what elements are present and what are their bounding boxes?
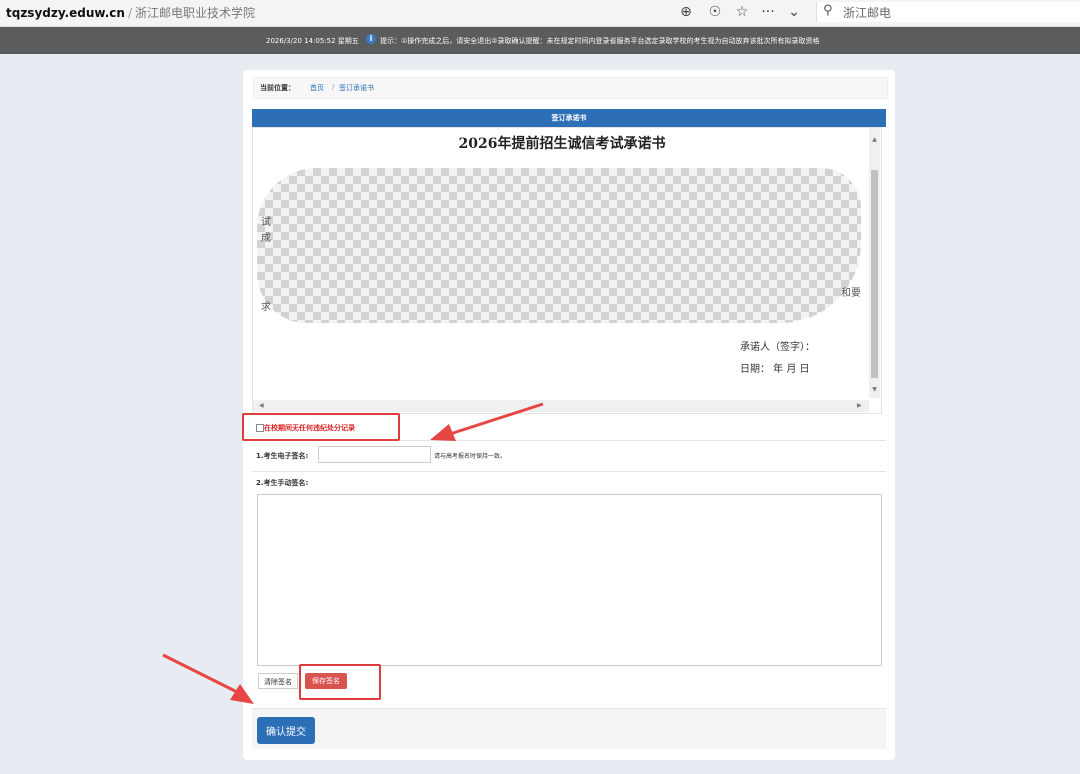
star-icon[interactable]: ☆ xyxy=(732,3,752,21)
info-icon: i xyxy=(366,34,376,44)
doc-text-fragment: 和要 xyxy=(841,288,861,299)
submit-bar: 确认提交 xyxy=(252,708,886,749)
current-datetime: 2026/3/20 14:05:52 星期五 xyxy=(266,37,359,45)
clear-signature-button[interactable]: 清除签名 xyxy=(258,673,298,689)
pledge-document[interactable]: 2026年提前招生诚信考试承诺书 试 成 求 和要 承诺人（签字）： 日期： 年… xyxy=(252,127,882,414)
address-bar[interactable]: tqzsydzy.eduw.cn / 浙江邮电职业技术学院 xyxy=(6,4,255,21)
breadcrumb-home-link[interactable]: 首页 xyxy=(310,83,324,93)
esign-input[interactable] xyxy=(318,446,431,463)
doc-text-fragment: 试 xyxy=(261,217,271,228)
signature-canvas[interactable] xyxy=(257,494,882,666)
doc-text-fragment: 成 xyxy=(261,233,271,244)
breadcrumb-label: 当前位置： xyxy=(260,84,295,92)
scroll-right-icon[interactable]: ▶ xyxy=(857,402,862,409)
notice-message: 提示：①操作完成之后，请安全退出②录取确认提醒：未在规定时间内登录省服务平台选定… xyxy=(380,37,820,45)
highlight-box-checkbox xyxy=(242,413,400,441)
scroll-thumb[interactable] xyxy=(871,170,878,378)
scroll-down-icon[interactable]: ▼ xyxy=(870,386,879,393)
highlight-box-save xyxy=(299,664,381,700)
esign-label: 1.考生电子签名: xyxy=(256,452,309,460)
extension-icon[interactable]: ☉ xyxy=(705,3,725,21)
browser-toolbar: tqzsydzy.eduw.cn / 浙江邮电职业技术学院 ⊕ ☉ ☆ ··· ⌄ … xyxy=(0,0,1080,27)
browser-search-box[interactable]: ⚲ 浙江邮电 xyxy=(816,2,1080,22)
page-tab-title: 浙江邮电职业技术学院 xyxy=(134,6,255,20)
redacted-mosaic xyxy=(257,168,861,323)
horizontal-scrollbar[interactable]: ◀ ▶ xyxy=(253,400,869,412)
breadcrumb-current[interactable]: 签订承诺书 xyxy=(339,83,374,93)
electronic-signature-row: 1.考生电子签名: 请与高考报名时保持一致。 xyxy=(252,441,886,472)
esign-hint: 请与高考报名时保持一致。 xyxy=(434,453,507,460)
vertical-scrollbar[interactable]: ▲ ▼ xyxy=(869,128,880,398)
more-icon[interactable]: ··· xyxy=(758,3,778,21)
confirm-submit-button[interactable]: 确认提交 xyxy=(257,717,315,744)
chevron-down-icon[interactable]: ⌄ xyxy=(784,3,804,21)
scroll-up-icon[interactable]: ▲ xyxy=(870,136,879,143)
url-separator: / xyxy=(127,6,132,20)
scroll-left-icon[interactable]: ◀ xyxy=(259,402,264,409)
panel-header: 签订承诺书 xyxy=(252,109,886,127)
url-domain: tqzsydzy.eduw.cn xyxy=(6,6,125,20)
search-icon: ⚲ xyxy=(823,3,833,18)
arrow-line xyxy=(162,653,238,694)
search-text: 浙江邮电 xyxy=(843,6,892,20)
signer-label: 承诺人（签字）： xyxy=(740,342,815,353)
handsign-label: 2.考生手动签名: xyxy=(256,479,309,487)
breadcrumb: 当前位置： 首页 / 签订承诺书 xyxy=(253,77,888,99)
zoom-icon[interactable]: ⊕ xyxy=(676,3,696,21)
notice-bar: 2026/3/20 14:05:52 星期五 i 提示：①操作完成之后，请安全退… xyxy=(0,27,1080,54)
breadcrumb-separator: / xyxy=(332,83,335,91)
doc-text-fragment: 求 xyxy=(261,302,271,313)
document-title: 2026年提前招生诚信考试承诺书 xyxy=(458,136,666,152)
date-label: 日期： 年 月 日 xyxy=(740,364,810,375)
